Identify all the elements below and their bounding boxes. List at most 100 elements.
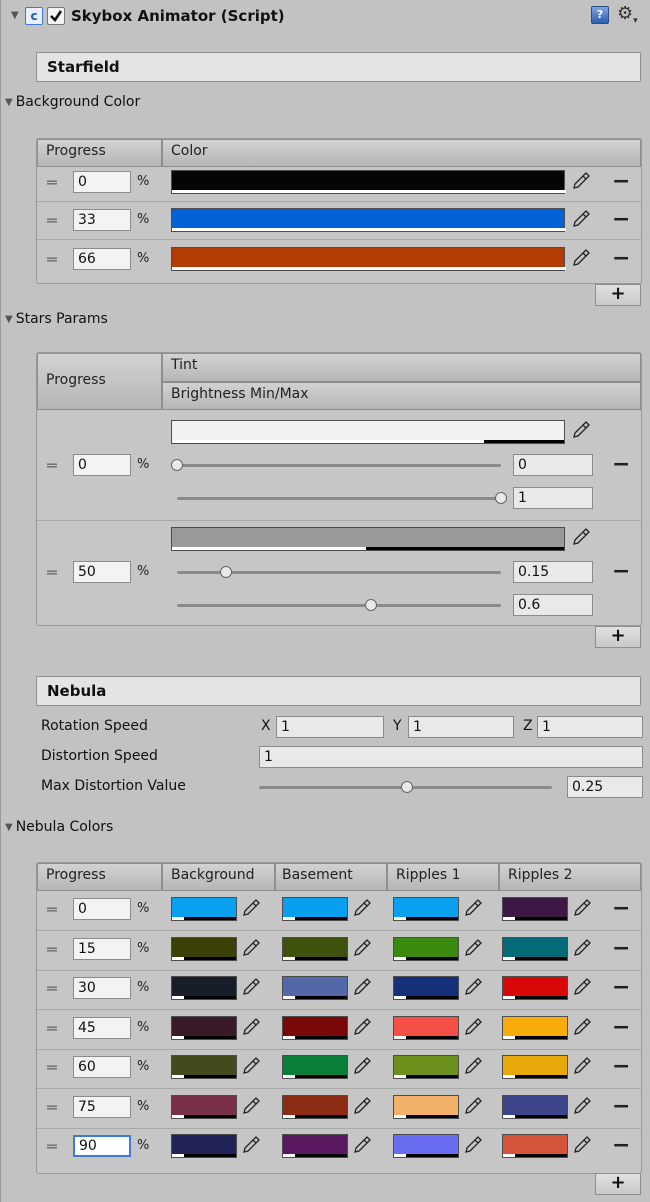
- eyedropper-icon[interactable]: [463, 1056, 483, 1076]
- eyedropper-icon[interactable]: [241, 977, 261, 997]
- remove-row-button[interactable]: −: [612, 171, 630, 193]
- add-background-color-button[interactable]: +: [595, 284, 641, 306]
- remove-row-button[interactable]: −: [612, 1016, 630, 1038]
- help-book-icon[interactable]: ?: [591, 6, 609, 24]
- nebula-color-swatch[interactable]: [282, 1094, 348, 1119]
- nebula-color-swatch[interactable]: [171, 976, 237, 1000]
- nebula-color-swatch[interactable]: [502, 936, 568, 961]
- nebula-colors-foldout[interactable]: ▼ Nebula Colors: [5, 819, 113, 835]
- stars-params-foldout[interactable]: ▼ Stars Params: [5, 311, 108, 327]
- remove-row-button[interactable]: −: [612, 209, 630, 231]
- nebula-color-swatch[interactable]: [282, 976, 348, 1000]
- eyedropper-icon[interactable]: [571, 248, 591, 268]
- progress-field[interactable]: 30: [73, 977, 131, 999]
- color-swatch[interactable]: [171, 170, 566, 194]
- nebula-color-swatch[interactable]: [282, 1134, 348, 1158]
- eyedropper-icon[interactable]: [352, 938, 372, 958]
- eyedropper-icon[interactable]: [572, 1135, 592, 1155]
- rotation-speed-x-field[interactable]: 1: [276, 716, 384, 738]
- distortion-speed-field[interactable]: 1: [259, 746, 643, 768]
- nebula-color-swatch[interactable]: [171, 1134, 237, 1158]
- eyedropper-icon[interactable]: [352, 1135, 372, 1155]
- eyedropper-icon[interactable]: [572, 1056, 592, 1076]
- nebula-color-swatch[interactable]: [282, 1055, 348, 1079]
- max-distortion-field[interactable]: 0.25: [567, 776, 643, 798]
- brightness-min-knob[interactable]: [219, 566, 232, 578]
- nebula-color-swatch[interactable]: [502, 1055, 568, 1079]
- remove-row-button[interactable]: −: [612, 1095, 630, 1117]
- gear-icon[interactable]: ⚙▾: [617, 3, 638, 26]
- eyedropper-icon[interactable]: [571, 527, 591, 547]
- drag-handle-icon[interactable]: ═: [47, 979, 57, 998]
- drag-handle-icon[interactable]: ═: [47, 940, 57, 959]
- eyedropper-icon[interactable]: [241, 898, 261, 918]
- max-distortion-slider-knob[interactable]: [400, 781, 413, 793]
- brightness-min-field[interactable]: 0.15: [513, 561, 593, 583]
- progress-field[interactable]: 15: [73, 937, 131, 960]
- tint-swatch[interactable]: [171, 527, 565, 551]
- enabled-checkbox[interactable]: [47, 7, 65, 25]
- add-stars-param-button[interactable]: +: [595, 626, 641, 648]
- eyedropper-icon[interactable]: [572, 1096, 592, 1116]
- component-foldout-triangle-icon[interactable]: ▼: [11, 10, 19, 21]
- eyedropper-icon[interactable]: [352, 1096, 372, 1116]
- drag-handle-icon[interactable]: ═: [47, 1019, 57, 1038]
- nebula-color-swatch[interactable]: [171, 1015, 237, 1040]
- remove-row-button[interactable]: −: [612, 561, 630, 583]
- color-swatch[interactable]: [171, 247, 566, 271]
- eyedropper-icon[interactable]: [463, 898, 483, 918]
- nebula-color-swatch[interactable]: [171, 1094, 237, 1119]
- eyedropper-icon[interactable]: [352, 1056, 372, 1076]
- nebula-color-swatch[interactable]: [393, 1015, 459, 1040]
- nebula-color-swatch[interactable]: [502, 1015, 568, 1040]
- eyedropper-icon[interactable]: [571, 420, 591, 440]
- nebula-color-swatch[interactable]: [393, 976, 459, 1000]
- drag-handle-icon[interactable]: ═: [47, 250, 57, 269]
- remove-row-button[interactable]: −: [612, 1056, 630, 1078]
- drag-handle-icon[interactable]: ═: [47, 456, 57, 475]
- eyedropper-icon[interactable]: [241, 1056, 261, 1076]
- brightness-min-knob[interactable]: [171, 459, 183, 471]
- drag-handle-icon[interactable]: ═: [47, 173, 57, 192]
- eyedropper-icon[interactable]: [571, 171, 591, 191]
- nebula-color-swatch[interactable]: [393, 1055, 459, 1079]
- brightness-max-track[interactable]: [177, 604, 501, 607]
- eyedropper-icon[interactable]: [241, 1096, 261, 1116]
- eyedropper-icon[interactable]: [463, 1096, 483, 1116]
- nebula-color-swatch[interactable]: [282, 1015, 348, 1040]
- remove-row-button[interactable]: −: [612, 977, 630, 999]
- remove-row-button[interactable]: −: [612, 454, 630, 476]
- progress-field[interactable]: 0: [73, 171, 131, 193]
- progress-field[interactable]: 60: [73, 1056, 131, 1078]
- eyedropper-icon[interactable]: [352, 977, 372, 997]
- nebula-color-swatch[interactable]: [282, 936, 348, 961]
- eyedropper-icon[interactable]: [241, 1135, 261, 1155]
- nebula-color-swatch[interactable]: [502, 976, 568, 1000]
- nebula-color-swatch[interactable]: [171, 1055, 237, 1079]
- eyedropper-icon[interactable]: [463, 977, 483, 997]
- eyedropper-icon[interactable]: [352, 898, 372, 918]
- drag-handle-icon[interactable]: ═: [47, 1137, 57, 1156]
- progress-field[interactable]: 0: [73, 898, 131, 920]
- remove-row-button[interactable]: −: [612, 898, 630, 920]
- add-nebula-color-button[interactable]: +: [595, 1173, 641, 1195]
- color-swatch[interactable]: [171, 208, 566, 232]
- drag-handle-icon[interactable]: ═: [47, 1058, 57, 1077]
- background-color-foldout[interactable]: ▼ Background Color: [5, 94, 140, 110]
- nebula-color-swatch[interactable]: [393, 1094, 459, 1119]
- rotation-speed-z-field[interactable]: 1: [537, 716, 643, 738]
- nebula-color-swatch[interactable]: [171, 936, 237, 961]
- eyedropper-icon[interactable]: [463, 1017, 483, 1037]
- eyedropper-icon[interactable]: [572, 977, 592, 997]
- brightness-max-field[interactable]: 1: [513, 487, 593, 509]
- drag-handle-icon[interactable]: ═: [47, 563, 57, 582]
- progress-field[interactable]: 0: [73, 454, 131, 476]
- nebula-color-swatch[interactable]: [502, 897, 568, 921]
- brightness-max-field[interactable]: 0.6: [513, 594, 593, 616]
- nebula-color-swatch[interactable]: [393, 1134, 459, 1158]
- eyedropper-icon[interactable]: [572, 898, 592, 918]
- progress-field[interactable]: 66: [73, 248, 131, 270]
- drag-handle-icon[interactable]: ═: [47, 900, 57, 919]
- nebula-color-swatch[interactable]: [171, 897, 237, 921]
- drag-handle-icon[interactable]: ═: [47, 211, 57, 230]
